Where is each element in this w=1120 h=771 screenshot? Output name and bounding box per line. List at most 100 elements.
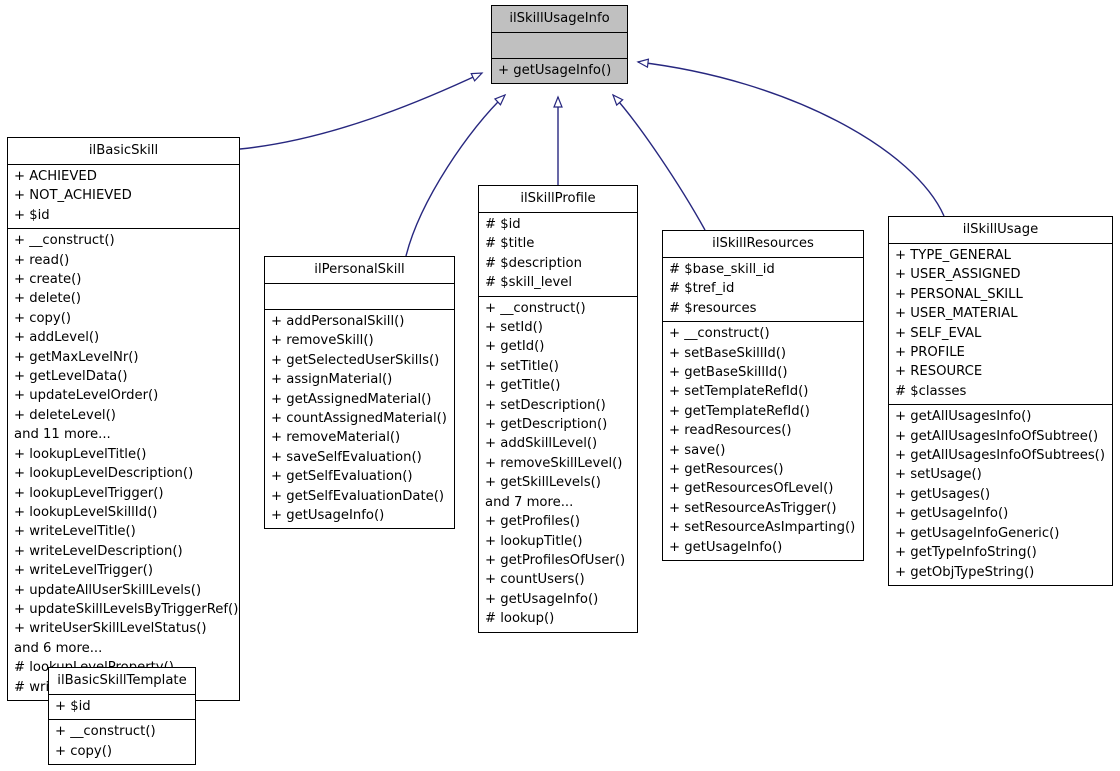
class-attributes-ilbasicskill: + ACHIEVED + NOT_ACHIEVED + $id — [8, 164, 239, 228]
member-item: + __construct() — [55, 724, 156, 740]
member-item: + copy() — [55, 743, 113, 759]
member-item: + updateSkillLevelsByTriggerRef() — [14, 601, 239, 617]
member-item: + addSkillLevel() — [485, 436, 598, 452]
member-item: + getUsageInfo() — [895, 506, 1009, 522]
class-methods-ilbasicskilltemplate: + __construct() + copy() — [49, 719, 195, 764]
member-item: + getAllUsagesInfo() — [895, 409, 1032, 425]
member-item: + getLevelData() — [14, 369, 128, 385]
class-methods-ilskillprofile: + __construct() + setId() + getId() + setTi… — [479, 295, 637, 632]
member-item: + addPersonalSkill() — [271, 314, 405, 329]
member-item: + removeMaterial() — [271, 430, 401, 446]
member-item: + readResources() — [669, 423, 792, 439]
edge-ilbasicskill-to-ilskillusageinfo — [239, 72, 484, 150]
member-item: + USER_ASSIGNED — [895, 267, 1021, 283]
class-attributes-ilskillusageinfo — [492, 32, 627, 58]
member-item: + getId() — [485, 339, 545, 355]
member-item: + delete() — [14, 291, 82, 307]
member-item: + setDescription() — [485, 397, 606, 413]
class-diagram-canvas: ilSkillUsageInfo + getUsageInfo() ilBasi… — [0, 0, 1120, 771]
class-attributes-ilbasicskilltemplate: + $id — [49, 694, 195, 719]
member-item: # $description — [485, 255, 582, 271]
class-title-ilpersonalskill: ilPersonalSkill — [314, 262, 405, 277]
class-methods-ilskillusage: + getAllUsagesInfo() + getAllUsagesInfoOf… — [889, 404, 1112, 585]
member-item: + $id — [55, 699, 91, 714]
member-item: + getUsageInfo() — [498, 63, 612, 78]
member-item: + getBaseSkillId() — [669, 365, 788, 381]
method-list: + getUsageInfo() — [498, 61, 621, 80]
method-list: + addPersonalSkill() + removeSkill() + get… — [271, 312, 448, 525]
class-title-ilbasicskill: ilBasicSkill — [88, 143, 159, 158]
member-item: + save() — [669, 442, 726, 458]
class-box-ilskillusage[interactable]: ilSkillUsage + TYPE_GENERAL + USER_ASSIGN… — [888, 216, 1113, 586]
member-item: + getUsageInfo() — [669, 539, 783, 555]
method-list: + __construct() + setId() + getId() + setTi… — [485, 299, 631, 629]
member-item: and 11 more... — [14, 427, 111, 443]
member-item: + lookupLevelTrigger() — [14, 485, 164, 501]
member-item: + PROFILE — [895, 345, 965, 361]
class-attributes-ilskillprofile: # $id # $title # $description # $skill_leve… — [479, 212, 637, 296]
member-item: + copy() — [14, 310, 72, 326]
member-item: # $skill_level — [485, 275, 573, 291]
class-box-ilskillusageinfo[interactable]: ilSkillUsageInfo + getUsageInfo() — [491, 5, 628, 85]
class-attributes-ilskillresources: # $base_skill_id # $tref_id # $resources — [663, 257, 863, 321]
class-box-ilpersonalskill[interactable]: ilPersonalSkill + addPersonalSkill() + re… — [264, 256, 455, 530]
member-item: + __construct() — [669, 326, 770, 342]
method-list: + __construct() + copy() — [55, 722, 189, 761]
member-item: # lookup() — [485, 611, 555, 627]
member-item: + TYPE_GENERAL — [895, 248, 1011, 263]
member-item: # $resources — [669, 300, 757, 316]
class-box-ilskillresources[interactable]: ilSkillResources # $base_skill_id # $tref… — [662, 230, 864, 562]
member-item: + getUsageInfo() — [485, 591, 599, 607]
attribute-list: + $id — [55, 697, 189, 716]
member-item: + writeUserSkillLevelStatus() — [14, 621, 207, 637]
member-item: + getUsageInfoGeneric() — [895, 525, 1060, 541]
member-item: + getResourcesOfLevel() — [669, 481, 834, 497]
class-title-ilskillusageinfo: ilSkillUsageInfo — [509, 11, 610, 26]
member-item: + setBaseSkillId() — [669, 345, 787, 361]
class-title-ilbasicskilltemplate: ilBasicSkillTemplate — [57, 673, 187, 688]
member-item: + __construct() — [485, 300, 586, 316]
member-item: + writeLevelTitle() — [14, 524, 136, 540]
member-item: + writeLevelTrigger() — [14, 563, 153, 579]
class-box-ilskillprofile[interactable]: ilSkillProfile # $id # $title # $descripti… — [478, 185, 638, 633]
member-item: + getAssignedMaterial() — [271, 391, 432, 407]
class-methods-ilskillresources: + __construct() + setBaseSkillId() + getBa… — [663, 321, 863, 560]
member-item: + writeLevelDescription() — [14, 543, 183, 559]
member-item: + read() — [14, 252, 70, 268]
member-item: + getMaxLevelNr() — [14, 349, 139, 365]
member-item: + getObjTypeString() — [895, 564, 1035, 580]
member-item: + setUsage() — [895, 467, 982, 483]
member-item: and 7 more... — [485, 494, 574, 510]
member-item: + addLevel() — [14, 330, 100, 346]
member-item: + assignMaterial() — [271, 372, 393, 388]
method-list: + __construct() + setBaseSkillId() + getBa… — [669, 324, 857, 557]
class-title-ilskillresources: ilSkillResources — [712, 236, 814, 251]
edge-ilskillusage-to-ilskillusageinfo — [636, 58, 945, 217]
member-item: + removeSkill() — [271, 333, 374, 349]
class-box-ilbasicskill[interactable]: ilBasicSkill + ACHIEVED + NOT_ACHIEVED + $… — [7, 137, 240, 701]
class-methods-ilskillusageinfo: + getUsageInfo() — [492, 58, 627, 83]
member-item: + removeSkillLevel() — [485, 455, 623, 471]
class-box-ilbasicskilltemplate[interactable]: ilBasicSkillTemplate + $id + __construct… — [48, 667, 196, 766]
member-item: + updateLevelOrder() — [14, 388, 159, 404]
member-item: + $id — [14, 207, 50, 223]
member-item: + lookupLevelTitle() — [14, 446, 147, 462]
member-item: + setResourceAsTrigger() — [669, 500, 837, 516]
member-item: + RESOURCE — [895, 364, 983, 380]
class-attributes-ilskillusage: + TYPE_GENERAL + USER_ASSIGNED + PERSONAL_… — [889, 243, 1112, 404]
member-item: + setTemplateRefId() — [669, 384, 809, 400]
class-attributes-ilpersonalskill — [265, 283, 454, 309]
member-item: + getSelfEvaluation() — [271, 469, 413, 485]
member-item: + getSelfEvaluationDate() — [271, 488, 445, 504]
member-item: and 6 more... — [14, 640, 103, 656]
member-item: + getUsageInfo() — [271, 508, 385, 524]
member-item: + deleteLevel() — [14, 407, 116, 423]
member-item: + getDescription() — [485, 417, 608, 433]
member-item: + ACHIEVED — [14, 169, 97, 184]
member-item: + countUsers() — [485, 572, 585, 588]
member-item: + lookupTitle() — [485, 533, 583, 549]
member-item: + getSelectedUserSkills() — [271, 352, 440, 368]
member-item: # $classes — [895, 383, 967, 399]
member-item: + getAllUsagesInfoOfSubtree() — [895, 428, 1099, 444]
member-item: + getProfiles() — [485, 514, 581, 530]
